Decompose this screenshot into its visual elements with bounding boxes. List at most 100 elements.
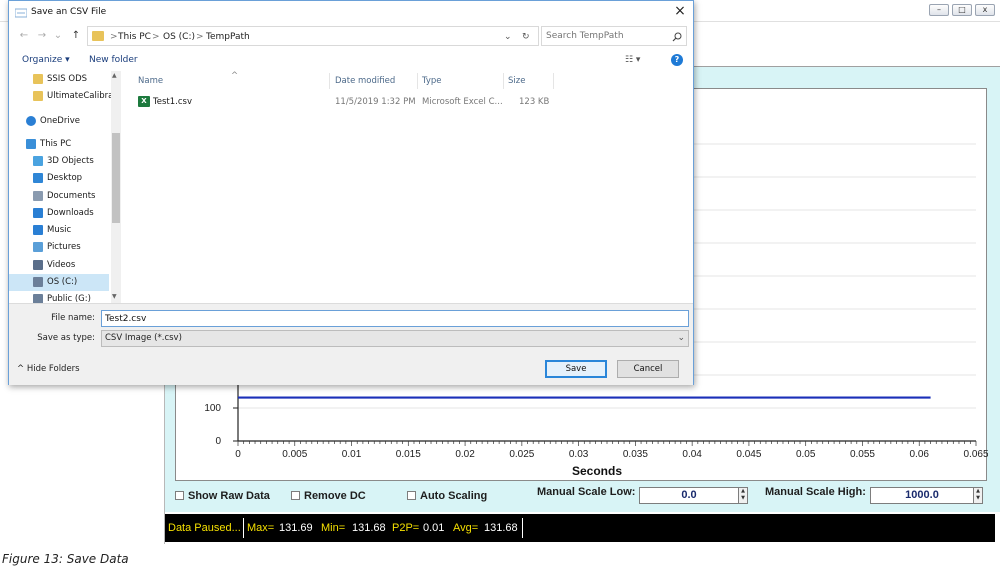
x-tick-label: 0.01 (342, 449, 362, 460)
file-name-label: File name: (51, 313, 95, 323)
breadcrumb-temppath[interactable]: TempPath (206, 32, 250, 42)
column-type[interactable]: Type (422, 76, 442, 86)
manual-scale-high-spinner[interactable]: ▲ ▼ (973, 487, 983, 504)
video-icon (33, 260, 43, 270)
nav-item[interactable]: Documents (9, 188, 109, 205)
x-tick-label: 0.035 (623, 449, 648, 460)
status-bar: Data Paused... Max= 131.69 Min= 131.68 P… (165, 514, 995, 542)
up-arrow-icon[interactable]: ↑ (69, 29, 83, 43)
x-tick-label: 0.045 (736, 449, 761, 460)
auto-scaling-label: Auto Scaling (420, 490, 488, 502)
nav-item-label: Music (47, 225, 72, 235)
network-drive-icon (33, 294, 43, 303)
nav-item[interactable]: UltimateCalibrat (9, 88, 117, 105)
hide-folders-button[interactable]: ^ Hide Folders (17, 364, 80, 374)
nav-item[interactable]: Downloads (9, 205, 109, 222)
chevron-up-icon: ^ (17, 364, 25, 374)
manual-scale-low-input[interactable]: 0.0 (639, 487, 739, 504)
help-icon[interactable]: ? (671, 54, 683, 66)
cube-icon (33, 156, 43, 166)
x-tick-label: 0.02 (455, 449, 475, 460)
back-arrow-icon[interactable]: ← (17, 29, 31, 43)
manual-scale-low-spinner[interactable]: ▲ ▼ (738, 487, 748, 504)
save-button[interactable]: Save (545, 360, 607, 378)
file-row[interactable]: X Test1.csv 11/5/2019 1:32 PM Microsoft … (121, 93, 693, 110)
desktop-icon (33, 173, 43, 183)
organize-button[interactable]: Organize ▾ (22, 55, 70, 65)
column-divider[interactable] (553, 73, 554, 89)
nav-item[interactable]: Public (G:) (9, 291, 109, 303)
recent-dropdown-icon[interactable]: ⌄ (51, 29, 65, 43)
refresh-icon[interactable]: ↻ (522, 32, 530, 42)
close-button[interactable]: x (975, 4, 995, 16)
column-divider[interactable] (329, 73, 330, 89)
nav-item[interactable]: OneDrive (9, 113, 109, 130)
dialog-titlebar: Save an CSV File × (9, 1, 693, 25)
show-raw-data-checkbox[interactable] (175, 491, 184, 500)
scroll-up-icon[interactable]: ▲ (112, 72, 117, 79)
status-min-label: Min= (321, 522, 346, 534)
nav-item-label: OneDrive (40, 116, 80, 126)
scrollbar-thumb[interactable] (112, 133, 120, 223)
search-box (541, 26, 687, 46)
file-name-input[interactable] (101, 310, 689, 327)
manual-scale-high-input[interactable]: 1000.0 (870, 487, 974, 504)
maximize-button[interactable]: □ (952, 4, 972, 16)
breadcrumb-separator: > (110, 32, 118, 42)
auto-scaling-checkbox[interactable] (407, 491, 416, 500)
breadcrumb-this-pc[interactable]: This PC (118, 32, 151, 42)
save-file-dialog: Save an CSV File × ← → ⌄ ↑ > This PC > O… (8, 0, 694, 385)
nav-item-label: Downloads (47, 208, 94, 218)
nav-item[interactable]: 3D Objects (9, 153, 109, 170)
file-type: Microsoft Excel C... (422, 97, 503, 107)
control-bar: Show Raw Data Remove DC Auto Scaling Man… (165, 486, 1000, 512)
column-divider[interactable] (503, 73, 504, 89)
chevron-down-icon: ⌄ (677, 333, 685, 343)
search-input[interactable] (546, 29, 666, 43)
address-dropdown-icon[interactable]: ⌄ (504, 32, 512, 42)
new-folder-button[interactable]: New folder (89, 55, 138, 65)
nav-item[interactable]: Videos (9, 257, 109, 274)
navigation-pane: SSIS ODS UltimateCalibrat OneDrive This PC 3… (9, 71, 121, 303)
forward-arrow-icon[interactable]: → (35, 29, 49, 43)
breadcrumb-separator: > (196, 32, 204, 42)
dialog-close-button[interactable]: × (671, 4, 689, 20)
breadcrumb-os-c[interactable]: OS (C:) (163, 32, 195, 42)
search-icon[interactable] (672, 32, 682, 42)
column-name[interactable]: Name (138, 76, 163, 86)
dialog-title: Save an CSV File (31, 7, 107, 17)
navigation-scrollbar[interactable]: ▲ ▼ (111, 71, 121, 303)
y-tick-label: 0 (215, 436, 221, 447)
status-avg-label: Avg= (453, 522, 479, 534)
cloud-icon (26, 116, 36, 126)
status-min-value: 131.68 (352, 522, 386, 534)
view-options-icon[interactable]: ☷ ▾ (625, 55, 640, 65)
folder-icon (92, 31, 104, 41)
cancel-button[interactable]: Cancel (617, 360, 679, 378)
nav-item[interactable]: OS (C:) (9, 274, 109, 291)
address-bar[interactable]: > This PC > OS (C:) > TempPath ⌄ ↻ (87, 26, 539, 46)
x-tick-label: 0.03 (569, 449, 589, 460)
hide-folders-label: Hide Folders (26, 364, 80, 374)
x-tick-label: 0 (235, 449, 241, 460)
dialog-toolbar: Organize ▾ New folder ☷ ▾ ? (9, 49, 693, 71)
minimize-button[interactable]: – (929, 4, 949, 16)
save-type-select[interactable]: CSV Image (*.csv) ⌄ (101, 330, 689, 347)
status-divider (243, 518, 244, 538)
nav-item[interactable]: This PC (9, 136, 109, 153)
nav-item[interactable]: SSIS ODS (9, 71, 109, 88)
x-tick-label: 0.025 (509, 449, 534, 460)
scroll-down-icon[interactable]: ▼ (112, 293, 117, 300)
download-icon (33, 208, 43, 218)
x-tick-label: 0.055 (850, 449, 875, 460)
nav-item-label: Pictures (47, 242, 81, 252)
sort-indicator-icon: ^ (231, 71, 239, 81)
column-divider[interactable] (417, 73, 418, 89)
column-size[interactable]: Size (508, 76, 525, 86)
column-date-modified[interactable]: Date modified (335, 76, 395, 86)
nav-item[interactable]: Desktop (9, 170, 109, 187)
nav-item[interactable]: Pictures (9, 239, 109, 256)
remove-dc-checkbox[interactable] (291, 491, 300, 500)
nav-item[interactable]: Music (9, 222, 109, 239)
nav-item-label: OS (C:) (47, 277, 78, 287)
